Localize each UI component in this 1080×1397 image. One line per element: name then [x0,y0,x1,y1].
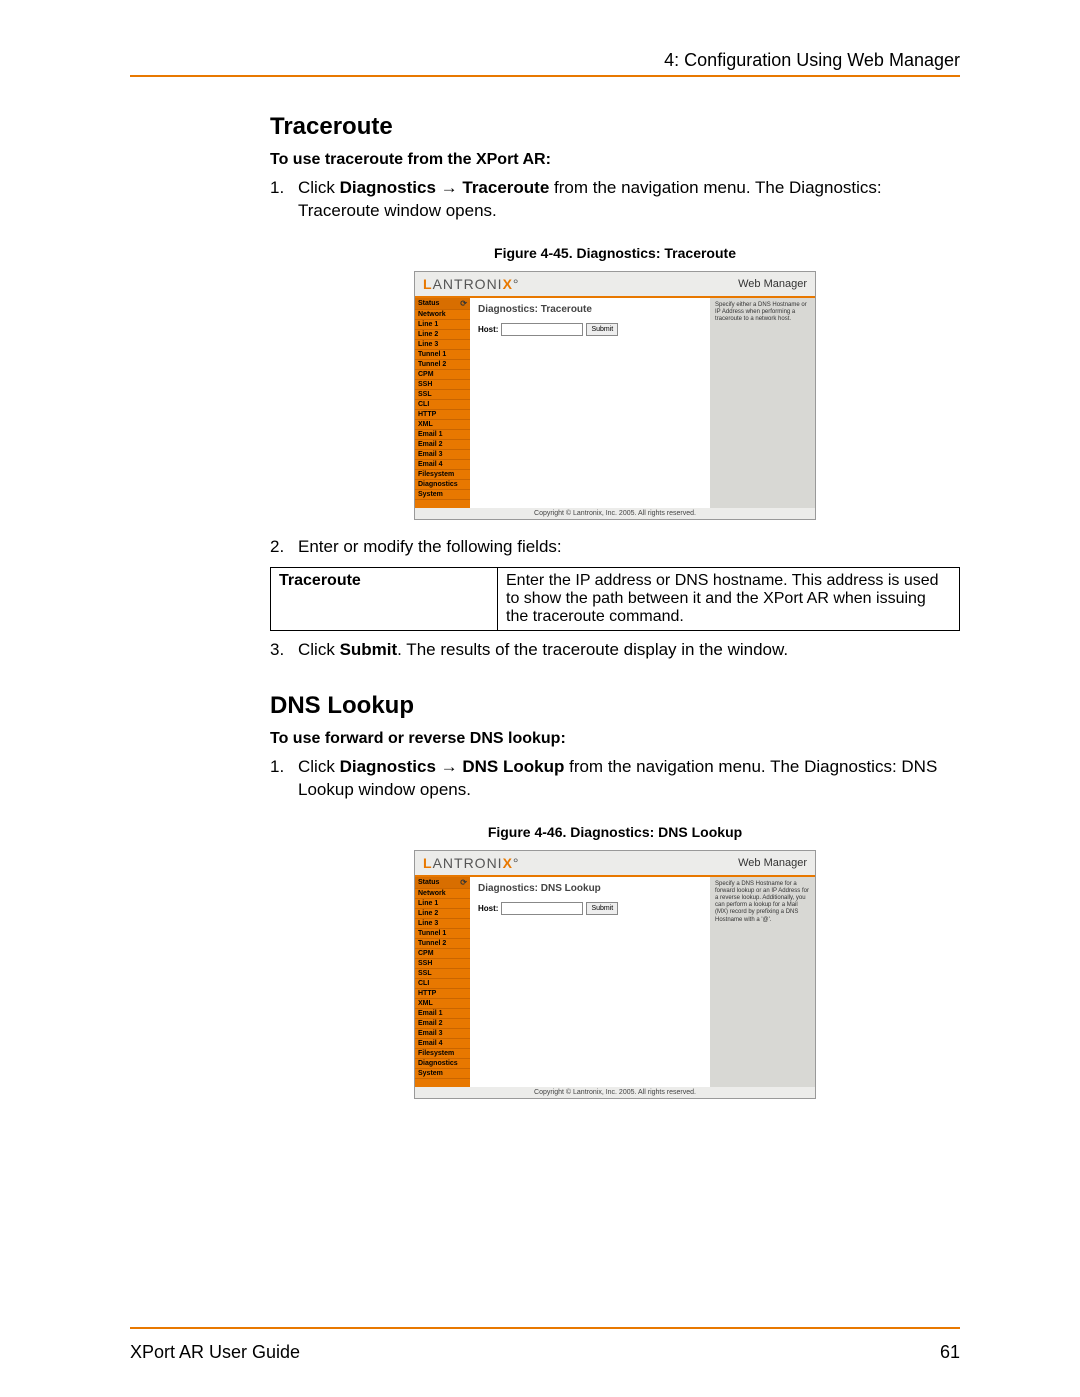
arrow-icon: → [436,178,462,197]
text: Click [298,640,340,659]
host-label: Host: [478,904,498,913]
sidebar-item[interactable]: Email 2 [415,440,470,450]
sidebar-item[interactable]: System [415,490,470,500]
sidebar-item[interactable]: HTTP [415,989,470,999]
list-number: 3. [270,639,298,662]
text: Click [298,757,340,776]
sidebar-item[interactable]: XML [415,420,470,430]
web-manager-label: Web Manager [738,278,807,290]
sidebar-item[interactable]: Tunnel 1 [415,350,470,360]
field-label-cell: Traceroute [271,567,498,630]
sidebar-item[interactable]: HTTP [415,410,470,420]
copyright-footer: Copyright © Lantronix, Inc. 2005. All ri… [415,508,815,519]
sidebar-item-status[interactable]: Status⟳ [415,877,470,889]
nav-path-a: Diagnostics [340,757,436,776]
traceroute-step-1: 1. Click Diagnostics → Traceroute from t… [270,177,960,223]
traceroute-heading: Traceroute [270,113,960,141]
sidebar-item[interactable]: CLI [415,979,470,989]
field-desc-cell: Enter the IP address or DNS hostname. Th… [498,567,960,630]
dns-subtitle: To use forward or reverse DNS lookup: [270,730,960,748]
host-label: Host: [478,325,498,334]
lantronix-logo: LANTRONIX° [423,855,520,871]
sidebar-item[interactable]: Line 1 [415,899,470,909]
panel-title: Diagnostics: Traceroute [478,304,702,315]
sidebar-item[interactable]: SSL [415,390,470,400]
host-input[interactable] [501,902,583,915]
lantronix-logo: LANTRONIX° [423,276,520,292]
text: Click [298,178,340,197]
screenshot-traceroute: LANTRONIX° Web Manager Status⟳ Network L… [414,271,816,520]
sidebar-item[interactable]: CPM [415,949,470,959]
sidebar-item[interactable]: Email 4 [415,460,470,470]
list-number: 1. [270,177,298,223]
footer-guide-title: XPort AR User Guide [130,1342,300,1363]
sidebar-item[interactable]: Tunnel 1 [415,929,470,939]
sidebar-item[interactable]: SSH [415,959,470,969]
text: . The results of the traceroute display … [397,640,788,659]
sidebar-item[interactable]: Email 3 [415,450,470,460]
sidebar-item[interactable]: Network [415,889,470,899]
sidebar-item[interactable]: Filesystem [415,1049,470,1059]
nav-path-b: DNS Lookup [462,757,564,776]
sidebar-item[interactable]: Tunnel 2 [415,939,470,949]
sidebar-item[interactable]: Diagnostics [415,480,470,490]
sidebar-item-status[interactable]: Status⟳ [415,298,470,310]
sidebar-item[interactable]: Diagnostics [415,1059,470,1069]
sidebar-item[interactable]: Email 3 [415,1029,470,1039]
sidebar-item[interactable]: Line 2 [415,909,470,919]
traceroute-step-3: 3. Click Submit. The results of the trac… [270,639,960,662]
submit-label-bold: Submit [340,640,398,659]
reload-icon[interactable]: ⟳ [460,878,467,887]
submit-button[interactable]: Submit [586,323,618,336]
footer-page-number: 61 [940,1342,960,1363]
sidebar-item[interactable]: Tunnel 2 [415,360,470,370]
help-panel: Specify a DNS Hostname for a forward loo… [710,877,815,1087]
dns-heading: DNS Lookup [270,692,960,720]
arrow-icon: → [436,757,462,776]
nav-path-b: Traceroute [462,178,549,197]
header-rule [130,75,960,77]
figure-caption-46: Figure 4-46. Diagnostics: DNS Lookup [270,824,960,840]
sidebar-item[interactable]: CPM [415,370,470,380]
sidebar-item[interactable]: System [415,1069,470,1079]
submit-button[interactable]: Submit [586,902,618,915]
screenshot-dnslookup: LANTRONIX° Web Manager Status⟳ Network L… [414,850,816,1099]
sidebar-item[interactable]: Line 3 [415,919,470,929]
sidebar-nav[interactable]: Status⟳ Network Line 1 Line 2 Line 3 Tun… [415,298,470,508]
reload-icon[interactable]: ⟳ [460,299,467,308]
traceroute-subtitle: To use traceroute from the XPort AR: [270,151,960,169]
sidebar-item[interactable]: Email 1 [415,1009,470,1019]
help-panel: Specify either a DNS Hostname or IP Addr… [710,298,815,508]
sidebar-item[interactable]: Email 4 [415,1039,470,1049]
copyright-footer: Copyright © Lantronix, Inc. 2005. All ri… [415,1087,815,1098]
web-manager-label: Web Manager [738,857,807,869]
footer-rule [130,1327,960,1329]
text: Enter or modify the following fields: [298,536,960,559]
page-header: 4: Configuration Using Web Manager [130,50,960,71]
panel-title: Diagnostics: DNS Lookup [478,883,702,894]
nav-path-a: Diagnostics [340,178,436,197]
list-number: 2. [270,536,298,559]
sidebar-nav[interactable]: Status⟳ Network Line 1 Line 2 Line 3 Tun… [415,877,470,1087]
list-number: 1. [270,756,298,802]
sidebar-item[interactable]: SSL [415,969,470,979]
figure-caption-45: Figure 4-45. Diagnostics: Traceroute [270,245,960,261]
sidebar-item[interactable]: Email 2 [415,1019,470,1029]
sidebar-item[interactable]: Network [415,310,470,320]
sidebar-item[interactable]: SSH [415,380,470,390]
traceroute-field-table: Traceroute Enter the IP address or DNS h… [270,567,960,631]
sidebar-item[interactable]: Line 1 [415,320,470,330]
sidebar-item[interactable]: XML [415,999,470,1009]
sidebar-item[interactable]: Line 2 [415,330,470,340]
sidebar-item[interactable]: Line 3 [415,340,470,350]
sidebar-item[interactable]: Email 1 [415,430,470,440]
dns-step-1: 1. Click Diagnostics → DNS Lookup from t… [270,756,960,802]
sidebar-item[interactable]: CLI [415,400,470,410]
sidebar-item[interactable]: Filesystem [415,470,470,480]
host-input[interactable] [501,323,583,336]
traceroute-step-2: 2. Enter or modify the following fields: [270,536,960,559]
